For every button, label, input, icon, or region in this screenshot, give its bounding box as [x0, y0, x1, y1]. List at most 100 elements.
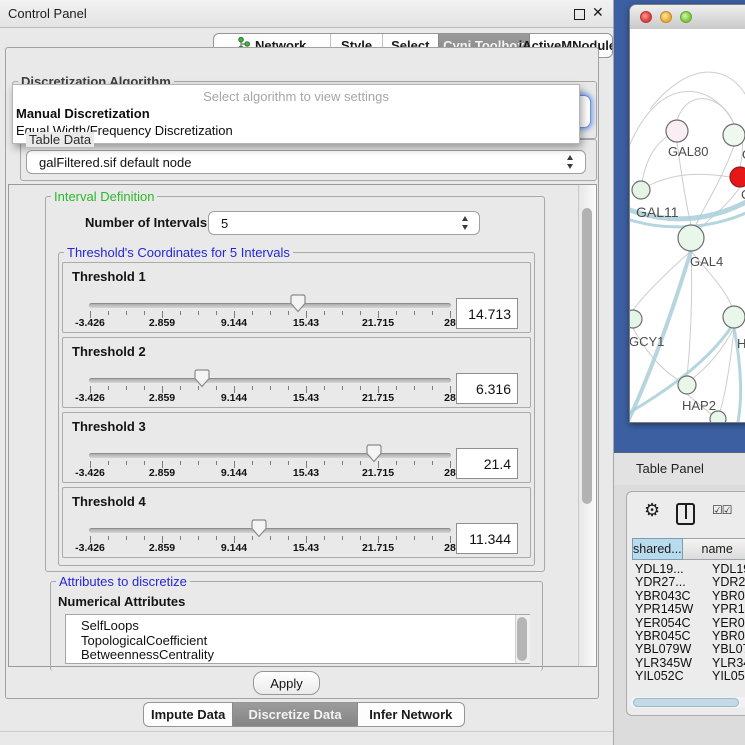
- slider-track[interactable]: [89, 453, 451, 458]
- tick-label: -3.426: [75, 467, 105, 479]
- table-row[interactable]: YBR045CYBR04: [632, 629, 745, 642]
- minor-tick: [414, 311, 415, 315]
- network-node-label: GAL80: [668, 144, 708, 159]
- network-node-gcy1[interactable]: [630, 310, 642, 328]
- minor-tick: [126, 461, 127, 465]
- minor-tick: [360, 386, 361, 390]
- slider-thumb[interactable]: [251, 519, 267, 538]
- slider-thumb[interactable]: [290, 294, 306, 313]
- tab-impute-data[interactable]: Impute Data: [144, 703, 232, 726]
- numerical-attributes-list[interactable]: SelfLoopsTopologicalCoefficientBetweenne…: [65, 614, 530, 664]
- table-row[interactable]: YDL19...YDL19: [632, 562, 745, 575]
- network-node-label: H: [737, 336, 745, 351]
- minor-tick: [324, 461, 325, 465]
- tick-label: 28: [444, 542, 456, 554]
- combobox-stepper-icon[interactable]: [566, 155, 575, 169]
- tab-infer-network[interactable]: Infer Network: [357, 703, 464, 726]
- combobox-stepper-icon[interactable]: [461, 216, 470, 230]
- interval-definition-caption: Interval Definition: [51, 189, 157, 204]
- slider-track[interactable]: [89, 528, 451, 533]
- tick-label: 2.859: [149, 317, 175, 329]
- network-node-gal11[interactable]: [632, 181, 650, 199]
- zoom-traffic-light-icon[interactable]: [680, 11, 692, 23]
- table-row[interactable]: YBL079W YBL07: [632, 642, 745, 655]
- tab-discretize-data[interactable]: Discretize Data: [232, 703, 356, 726]
- gear-icon[interactable]: ⚙: [644, 500, 660, 521]
- tick-label: -3.426: [75, 542, 105, 554]
- minor-tick: [252, 386, 253, 390]
- table-row[interactable]: YBR043CYBR04: [632, 589, 745, 602]
- table-data-combobox[interactable]: galFiltered.sif default node: [26, 150, 586, 174]
- minor-tick: [342, 461, 343, 465]
- table-panel-title: Table Panel: [636, 461, 704, 476]
- column-header-name[interactable]: name: [683, 538, 745, 560]
- popup-option[interactable]: Manual Discretization: [16, 106, 150, 121]
- popup-prompt-item[interactable]: Select algorithm to view settings: [13, 89, 579, 104]
- slider-thumb[interactable]: [194, 369, 210, 388]
- attribute-item[interactable]: BetweennessCentrality: [81, 647, 214, 662]
- threshold-panel-2: Threshold 2-3.4262.8599.14415.4321.71528…: [62, 337, 531, 408]
- tick-label: 2.859: [149, 392, 175, 404]
- minor-tick: [396, 461, 397, 465]
- network-node-g[interactable]: [723, 124, 745, 146]
- minor-tick: [144, 536, 145, 540]
- horizontal-scrollbar-thumb[interactable]: [633, 698, 739, 707]
- attribute-item[interactable]: TopologicalCoefficient: [81, 633, 207, 648]
- attribute-item[interactable]: SelfLoops: [81, 618, 139, 633]
- table-row[interactable]: YER054CYER05: [632, 616, 745, 629]
- network-edge: [650, 72, 745, 109]
- network-edge: [692, 328, 734, 379]
- tick-label: 28: [444, 392, 456, 404]
- table-row[interactable]: YDR27...YDR27: [632, 575, 745, 588]
- threshold-value-field[interactable]: 21.4: [456, 448, 518, 479]
- network-node-c[interactable]: [730, 167, 745, 187]
- network-node[interactable]: [710, 411, 726, 423]
- network-canvas[interactable]: GAL80GCGAL11GAL4GCY1HHAP2: [630, 29, 745, 423]
- slider-track[interactable]: [89, 303, 451, 308]
- cell-shared-name: YBL079W: [635, 642, 691, 656]
- table-row[interactable]: YIL052C YIL05: [632, 669, 745, 682]
- tab-label: Infer Network: [369, 707, 452, 722]
- apply-button[interactable]: Apply: [253, 671, 320, 695]
- close-icon[interactable]: ✕: [592, 4, 604, 21]
- cell-name: YIL05: [712, 669, 745, 683]
- minor-tick: [270, 311, 271, 315]
- cell-name: YBL07: [712, 642, 745, 656]
- checkbox-icons[interactable]: ☑☑: [712, 503, 732, 517]
- network-window-titlebar[interactable]: [630, 5, 745, 30]
- vertical-scrollbar-thumb[interactable]: [582, 208, 592, 504]
- cell-shared-name: YBR045C: [635, 629, 691, 643]
- tick-label: 9.144: [221, 467, 247, 479]
- list-scrollbar-thumb[interactable]: [517, 617, 527, 661]
- minor-tick: [342, 386, 343, 390]
- column-header-shared[interactable]: shared...: [632, 538, 683, 560]
- columns-icon[interactable]: [676, 503, 695, 525]
- bottom-tab-strip: Impute DataDiscretize Data Infer Network: [143, 702, 465, 727]
- number-of-intervals-combobox[interactable]: 5: [208, 211, 480, 235]
- threshold-value-field[interactable]: 6.316: [456, 373, 518, 404]
- table-row[interactable]: YPR145WYPR14: [632, 602, 745, 615]
- threshold-value-field[interactable]: 11.344: [456, 523, 518, 554]
- threshold-value-field[interactable]: 14.713: [456, 298, 518, 329]
- close-traffic-light-icon[interactable]: [640, 11, 652, 23]
- float-window-icon[interactable]: [574, 9, 585, 20]
- threshold-title: Threshold 4: [72, 494, 146, 509]
- network-node-h[interactable]: [723, 306, 745, 328]
- minor-tick: [108, 311, 109, 315]
- network-node-hap2[interactable]: [678, 376, 696, 394]
- table-row[interactable]: YLR345WYLR34: [632, 656, 745, 669]
- table-data-caption: Table Data: [26, 132, 94, 147]
- minimize-traffic-light-icon[interactable]: [660, 11, 672, 23]
- minor-tick: [270, 386, 271, 390]
- tick-label: 2.859: [149, 542, 175, 554]
- minor-tick: [126, 386, 127, 390]
- minor-tick: [432, 311, 433, 315]
- network-edge: [641, 174, 730, 190]
- network-node-gal80[interactable]: [666, 120, 688, 142]
- minor-tick: [324, 386, 325, 390]
- slider-track[interactable]: [89, 378, 451, 383]
- cell-shared-name: YIL052C: [635, 669, 684, 683]
- minor-tick: [270, 536, 271, 540]
- network-node-gal4[interactable]: [678, 225, 704, 251]
- slider-thumb[interactable]: [366, 444, 382, 463]
